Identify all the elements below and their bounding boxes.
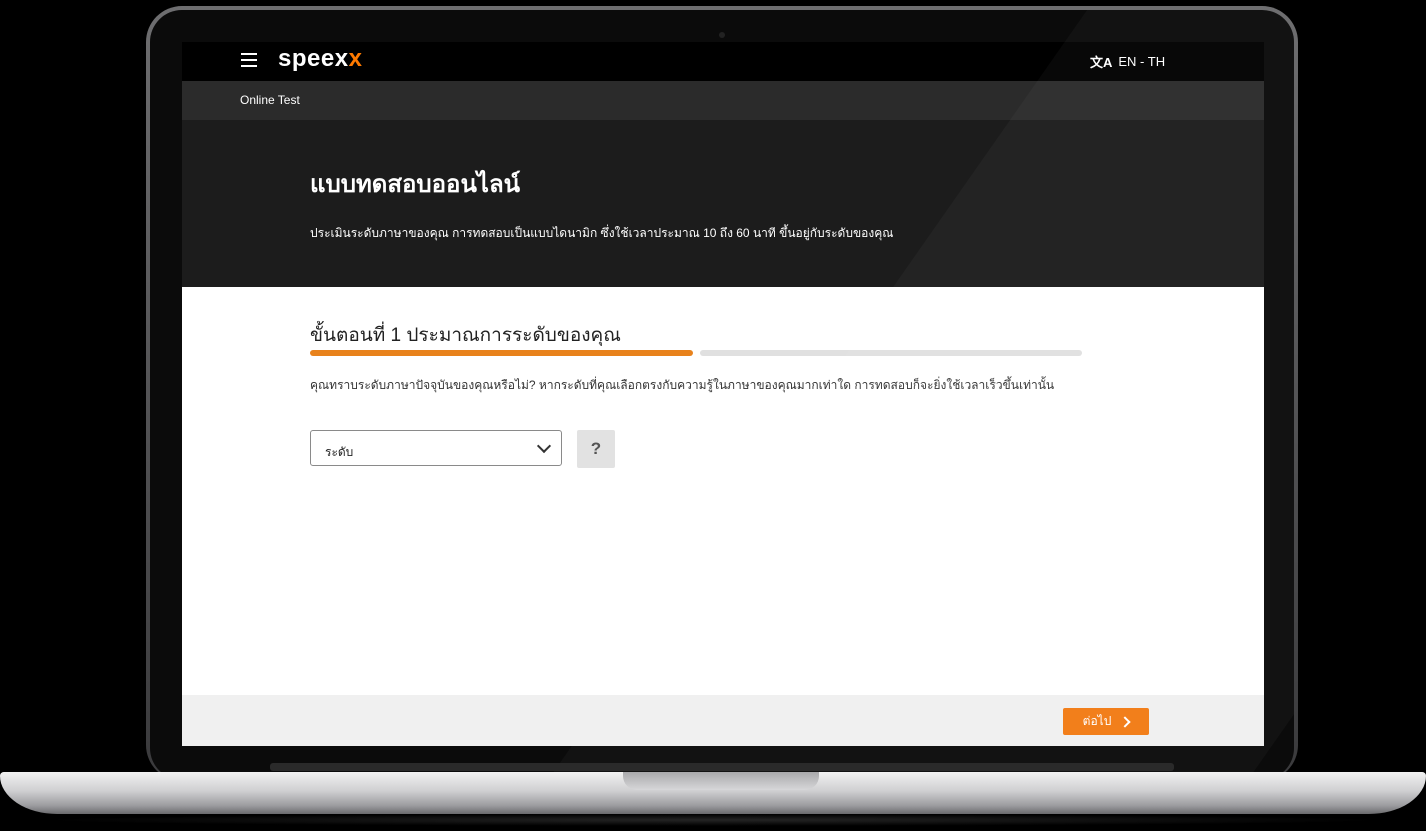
level-select[interactable]: ระดับ xyxy=(310,430,562,466)
chevron-down-icon xyxy=(536,438,552,454)
chevron-right-icon xyxy=(1119,715,1131,728)
laptop-hinge xyxy=(270,763,1174,771)
next-button-label: ต่อไป xyxy=(1082,714,1112,728)
page-description: ประเมินระดับภาษาของคุณ การทดสอบเป็นแบบได… xyxy=(310,226,894,240)
help-button[interactable]: ? xyxy=(577,430,615,468)
level-select-value: ระดับ xyxy=(325,445,354,459)
speexx-logo: speexx xyxy=(278,45,363,72)
next-button[interactable]: ต่อไป xyxy=(1063,708,1149,735)
translate-icon: 文A xyxy=(1090,55,1113,70)
page-title: แบบทดสอบออนไลน์ xyxy=(310,171,521,198)
step-content: ขั้นตอนที่ 1 ประมาณการระดับของคุณ คุณทรา… xyxy=(182,287,1264,695)
laptop-shadow xyxy=(40,814,1386,826)
step-progress-bar xyxy=(310,350,1082,356)
menu-icon[interactable] xyxy=(241,53,257,67)
language-switcher[interactable]: 文A EN - TH xyxy=(1090,52,1165,71)
language-label: EN - TH xyxy=(1118,54,1166,69)
progress-segment-complete xyxy=(310,350,693,356)
breadcrumb[interactable]: Online Test xyxy=(240,93,300,107)
sub-navbar: Online Test xyxy=(182,81,1264,120)
progress-segment-remaining xyxy=(700,350,1082,356)
footer-bar: ต่อไป xyxy=(182,695,1264,746)
level-question: คุณทราบระดับภาษาปัจจุบันของคุณหรือไม่? ห… xyxy=(310,378,1055,392)
camera-icon xyxy=(719,32,725,38)
hero-banner: แบบทดสอบออนไลน์ ประเมินระดับภาษาของคุณ ก… xyxy=(182,120,1264,287)
step-title: ขั้นตอนที่ 1 ประมาณการระดับของคุณ xyxy=(310,325,621,346)
top-navbar: speexx 文A EN - TH xyxy=(182,42,1264,81)
laptop-notch xyxy=(623,772,819,790)
screen: speexx 文A EN - TH Online Test แบบทดสอบออ… xyxy=(182,42,1264,746)
